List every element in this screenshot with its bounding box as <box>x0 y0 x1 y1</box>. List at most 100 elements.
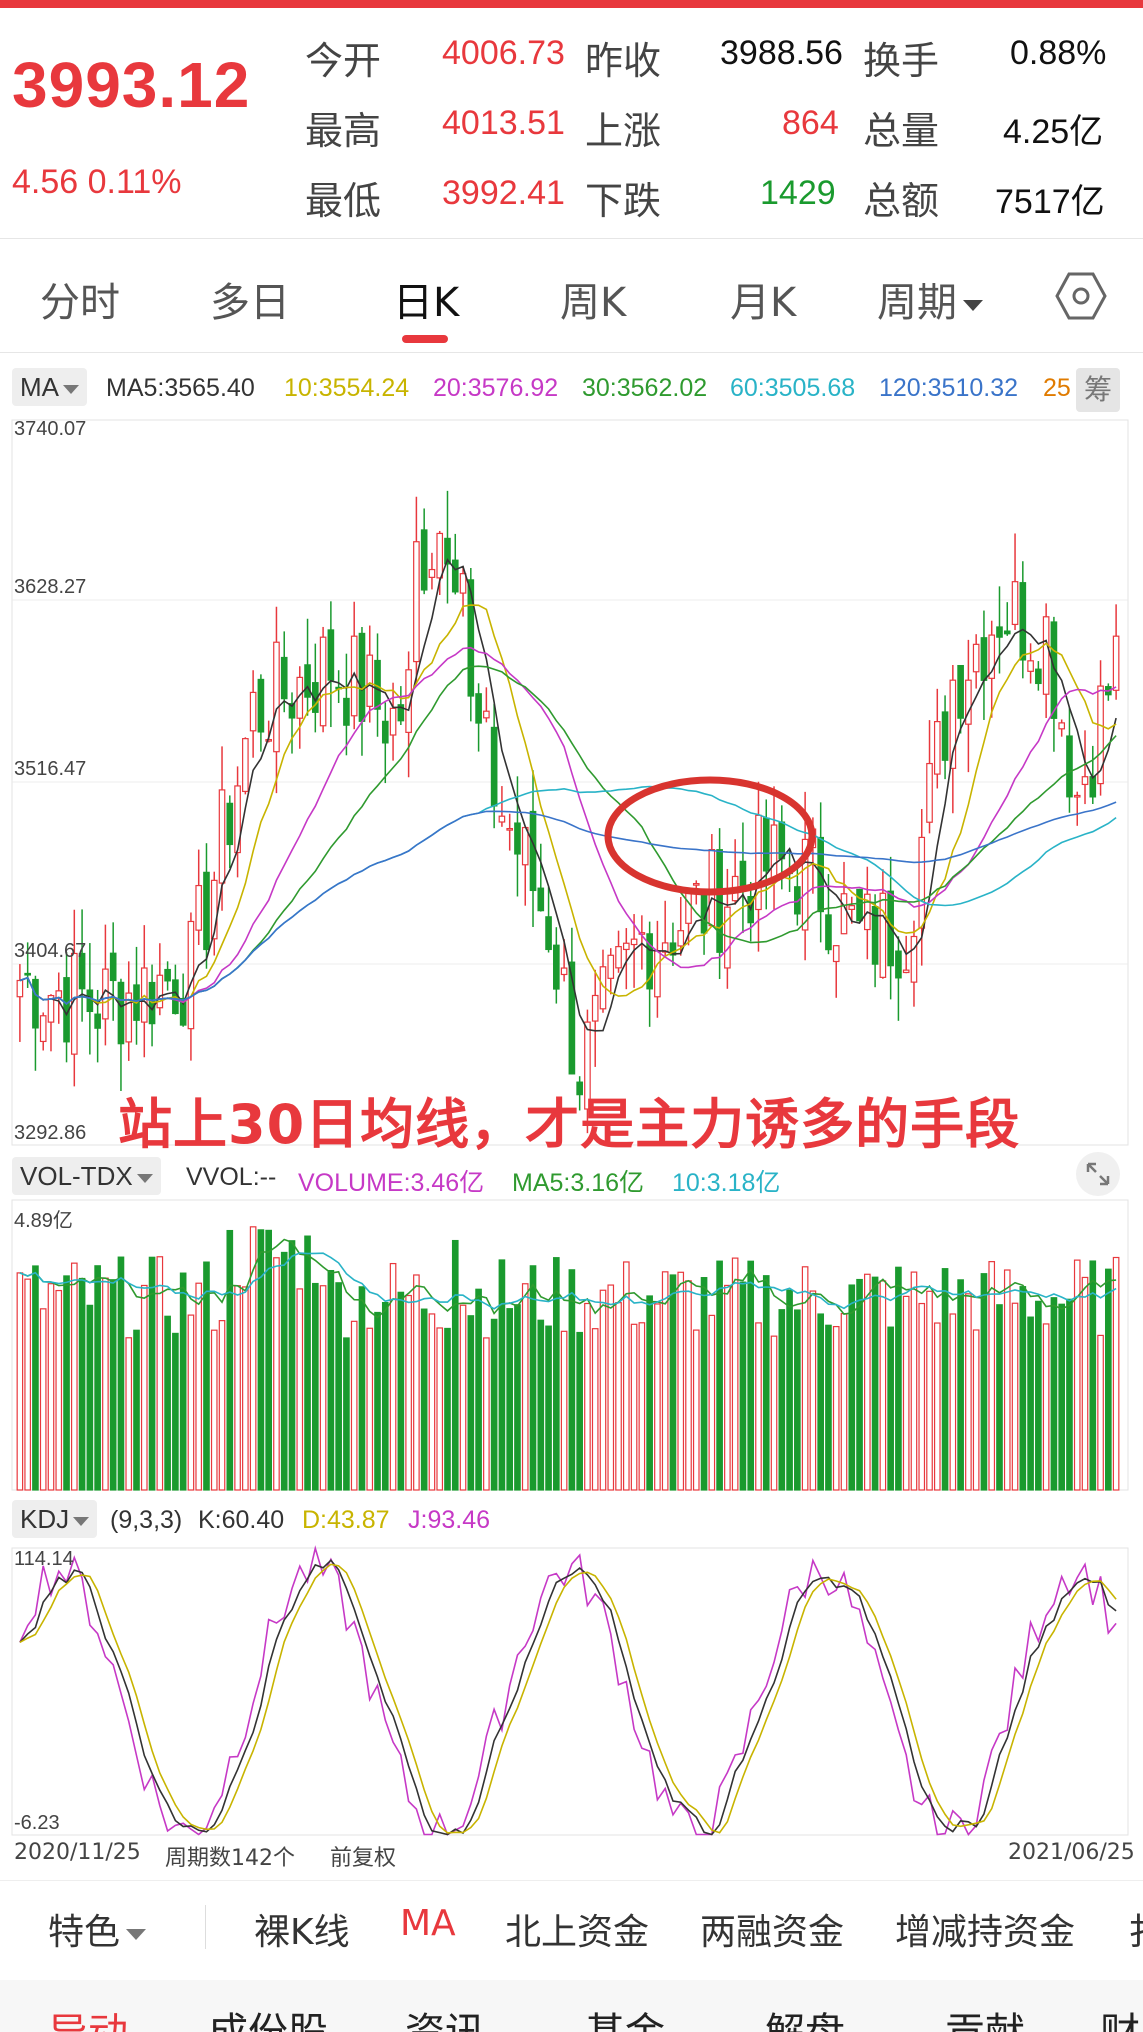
volume-bar-down <box>343 1337 350 1491</box>
volume-bar-up <box>654 1303 661 1491</box>
volume-bar-down <box>420 1308 428 1491</box>
candle-down <box>825 914 832 951</box>
expand-icon[interactable] <box>1076 1152 1120 1196</box>
volume-bar-down <box>94 1265 101 1491</box>
candle-down <box>1003 630 1011 635</box>
candle-down <box>420 529 428 591</box>
volume-bar-up <box>296 1288 304 1491</box>
volume-bar-up <box>918 1302 926 1491</box>
volume-bar-up <box>195 1282 203 1491</box>
nav-funds[interactable]: 基金 <box>585 2000 665 2032</box>
volume-bar-up <box>70 1262 78 1491</box>
volume-bar-up <box>902 1295 910 1491</box>
candle-down <box>32 978 39 1029</box>
volume-bar-down <box>164 1315 171 1491</box>
candle-down <box>226 802 234 846</box>
volume-bar-down <box>871 1276 879 1491</box>
vol-ma10-value: 10:3.18亿 <box>672 1169 781 1197</box>
volume-bar-up <box>405 1294 412 1491</box>
volume-bar-up <box>949 1313 957 1491</box>
candle-up <box>560 967 568 976</box>
volume-bar-up <box>607 1284 615 1491</box>
volume-bar-down <box>941 1268 949 1491</box>
volume-bar-up <box>125 1337 133 1491</box>
adjust-mode[interactable]: 前复权 <box>330 1840 396 1872</box>
candle-up <box>879 892 887 978</box>
volume-bar-down <box>1050 1297 1058 1491</box>
candle-up <box>1073 794 1081 798</box>
volume-bar-down <box>762 1275 770 1491</box>
volume-bar-down <box>669 1274 677 1491</box>
volume-bar-down <box>1089 1260 1097 1491</box>
candle-down <box>1089 776 1097 798</box>
candle-down <box>739 860 747 889</box>
volume-bar-up <box>965 1293 972 1491</box>
vvol-value: VVOL:-- <box>186 1163 277 1191</box>
annotation-text: 站上30日均线，才是主力诱多的手段 <box>118 1093 1021 1156</box>
candle-down <box>164 968 171 982</box>
volume-bar-down <box>288 1240 296 1491</box>
candle-up <box>615 946 622 969</box>
volume-bar-up <box>428 1313 436 1491</box>
candle-down <box>86 989 94 1013</box>
volume-bar-down <box>856 1278 863 1491</box>
nav-constituents[interactable]: 成份股 <box>208 2000 328 2032</box>
volume-bar-down <box>739 1281 747 1491</box>
candle-down <box>996 626 1003 638</box>
candle-down <box>381 720 389 744</box>
volume-bar-up <box>140 1284 148 1491</box>
indicator-tab-ma[interactable]: MA <box>400 1903 456 1944</box>
volume-bar-up <box>102 1277 109 1491</box>
kdj-axis-bottom: -6.23 <box>14 1812 60 1834</box>
volume-bar-up <box>273 1257 280 1491</box>
candle-up <box>55 990 63 999</box>
volume-bar-up <box>521 1283 529 1491</box>
indicator-tab-more[interactable]: 扌 <box>1128 1903 1143 1955</box>
period-count: 周期数142个 <box>165 1846 295 1871</box>
indicator-tab-featured[interactable]: 特色 <box>48 1903 147 1955</box>
candle-up <box>483 710 490 719</box>
nav-news[interactable]: 资讯 <box>405 2000 485 2032</box>
volume-bar-up <box>483 1337 490 1491</box>
volume-bar-down <box>957 1279 964 1491</box>
indicator-tab-northbound[interactable]: 北上资金 <box>505 1903 649 1955</box>
volume-bar-up <box>724 1284 731 1491</box>
kdj-indicator-selector[interactable]: KDJ <box>12 1500 98 1538</box>
volume-bar-down <box>490 1318 498 1491</box>
candle-down <box>545 916 552 951</box>
volume-bar-up <box>39 1308 47 1491</box>
kdj-d-value: D:43.87 <box>302 1506 390 1534</box>
indicator-tab-margin[interactable]: 两融资金 <box>700 1903 844 1955</box>
volume-bar-down <box>498 1259 506 1491</box>
volume-bar-down <box>86 1304 94 1491</box>
chevron-down-icon <box>126 1928 147 1940</box>
volume-bar-up <box>47 1283 55 1491</box>
volume-bar-up <box>677 1271 685 1491</box>
volume-bar-up <box>926 1290 933 1491</box>
candle-up <box>413 541 420 663</box>
candle-up <box>16 979 24 998</box>
candle-up <box>195 884 203 931</box>
candle-up <box>319 636 327 727</box>
candle-up <box>249 691 257 732</box>
candle-up <box>848 905 856 910</box>
nav-contribution[interactable]: 贡献 <box>945 2000 1025 2032</box>
volume-bar-up <box>413 1274 420 1491</box>
volume-bar-down <box>778 1309 786 1491</box>
volume-bar-up <box>459 1304 467 1491</box>
indicator-tab-naked-k[interactable]: 裸K线 <box>254 1903 350 1955</box>
candle-down <box>109 952 117 982</box>
candle-down <box>203 871 210 951</box>
candle-up <box>630 938 638 946</box>
nav-finance[interactable]: 财 <box>1100 2000 1140 2032</box>
candle-up <box>498 815 506 823</box>
candle-down <box>537 887 545 912</box>
candle-up <box>39 1015 47 1043</box>
volume-bar-up <box>708 1314 716 1491</box>
indicator-tab-holdings[interactable]: 增减持资金 <box>895 1903 1075 1955</box>
price-axis-label: 3292.86 <box>14 1122 87 1144</box>
volume-bar-up <box>319 1285 327 1491</box>
vol-indicator-selector[interactable]: VOL-TDX <box>12 1157 161 1195</box>
nav-analysis[interactable]: 解盘 <box>765 2000 845 2032</box>
nav-movement[interactable]: 异动 <box>48 2000 128 2032</box>
